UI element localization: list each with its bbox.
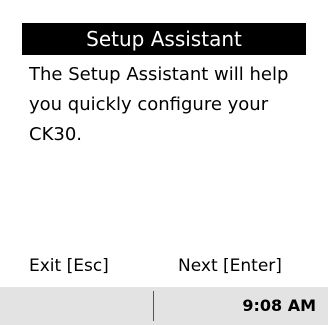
exit-button[interactable]: Exit [Esc] <box>29 253 109 279</box>
taskbar-divider <box>153 291 154 321</box>
setup-assistant-screen: Setup Assistant The Setup Assistant will… <box>0 0 328 325</box>
taskbar: 9:08 AM <box>0 287 328 325</box>
message-line: CK30. <box>29 124 82 145</box>
next-button[interactable]: Next [Enter] <box>178 253 282 279</box>
message-line: The Setup Assistant will help <box>29 64 289 85</box>
dialog-message: The Setup Assistant will help you quickl… <box>29 60 315 150</box>
dialog-title: Setup Assistant <box>22 23 306 55</box>
message-line: you quickly configure your <box>29 94 269 115</box>
clock[interactable]: 9:08 AM <box>242 287 316 325</box>
